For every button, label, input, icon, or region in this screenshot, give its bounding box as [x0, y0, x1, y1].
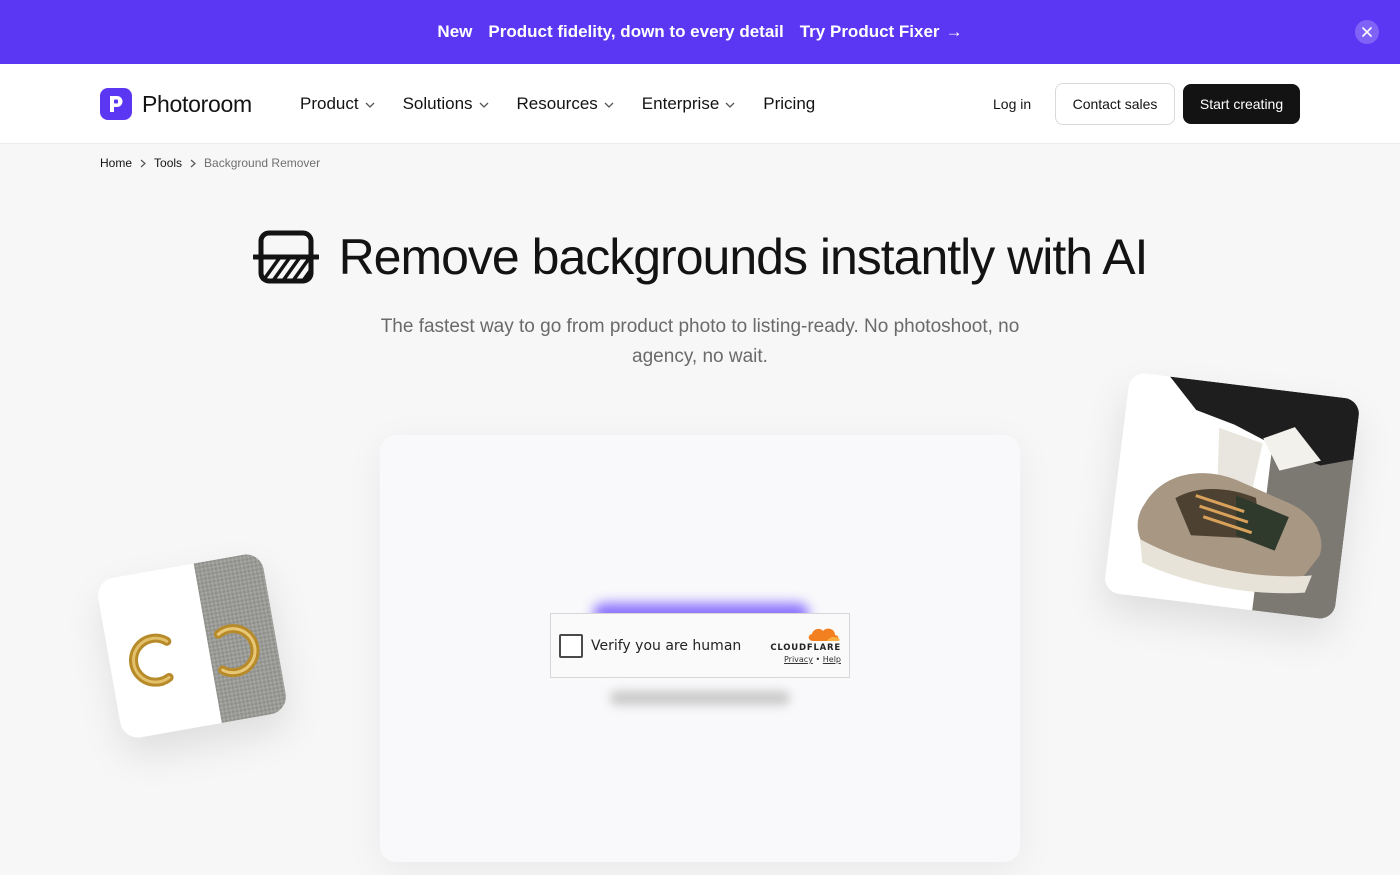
breadcrumb-tools[interactable]: Tools	[154, 156, 182, 170]
login-link[interactable]: Log in	[993, 96, 1031, 112]
nav-label: Solutions	[402, 94, 473, 113]
hero-heading: Remove backgrounds instantly with AI	[0, 228, 1400, 286]
captcha-label: Verify you are human	[591, 637, 742, 654]
site-header: Photoroom Product Solutions Resources En…	[0, 64, 1400, 144]
sneaker-product-image	[1103, 371, 1361, 621]
captcha-links: Privacy • Help	[770, 655, 841, 664]
breadcrumb-current: Background Remover	[204, 156, 321, 170]
chevron-down-icon	[604, 102, 614, 108]
banner-message: Product fidelity, down to every detail	[488, 22, 784, 41]
cloudflare-brand: CLOUDFLARE Privacy • Help	[770, 626, 841, 664]
logo-text: Photoroom	[142, 90, 252, 117]
banner-cta-link[interactable]: Try Product Fixer →	[800, 22, 963, 42]
privacy-link[interactable]: Privacy	[784, 655, 813, 664]
help-link[interactable]: Help	[823, 655, 841, 664]
nav-label: Product	[300, 94, 359, 113]
captcha-checkbox[interactable]	[559, 633, 583, 658]
page-title: Remove backgrounds instantly with AI	[338, 229, 1149, 285]
upload-card[interactable]: Verify you are human CLOUDFLARE Privacy …	[380, 435, 1020, 862]
nav-label: Enterprise	[641, 94, 720, 113]
chevron-down-icon	[479, 102, 488, 108]
banner-close-button[interactable]	[1355, 20, 1379, 44]
photoroom-logo[interactable]: Photoroom	[100, 88, 252, 120]
chevron-right-icon	[140, 159, 146, 167]
breadcrumb: Home Tools Background Remover	[100, 156, 320, 170]
announcement-banner: New Product fidelity, down to every deta…	[0, 0, 1400, 64]
close-icon	[1362, 27, 1372, 37]
banner-cta-label: Try Product Fixer	[799, 22, 940, 41]
nav-pricing[interactable]: Pricing	[763, 92, 815, 116]
start-creating-button[interactable]: Start creating	[1183, 84, 1300, 124]
link-separator: •	[815, 655, 821, 664]
banner-badge: New	[437, 22, 473, 41]
nav-label: Pricing	[763, 94, 816, 113]
earrings-product-image	[95, 551, 289, 741]
hero-subtitle: The fastest way to go from product photo…	[380, 316, 1020, 367]
photoroom-logo-icon	[100, 88, 132, 120]
arrow-right-icon: →	[945, 22, 963, 41]
cloudflare-name: CLOUDFLARE	[770, 643, 841, 653]
chevron-down-icon	[365, 102, 375, 108]
main-nav: Product Solutions Resources Enterprise P…	[300, 92, 843, 116]
nav-product[interactable]: Product	[300, 92, 375, 116]
upload-hint-blurred	[610, 691, 790, 705]
nav-solutions[interactable]: Solutions	[403, 92, 489, 116]
chevron-down-icon	[725, 102, 735, 108]
nav-enterprise[interactable]: Enterprise	[642, 92, 735, 116]
cloudflare-cloud-icon	[808, 628, 840, 641]
nav-label: Resources	[516, 94, 598, 113]
nav-resources[interactable]: Resources	[517, 92, 614, 116]
chevron-right-icon	[190, 159, 196, 167]
captcha-widget: Verify you are human CLOUDFLARE Privacy …	[550, 613, 850, 678]
background-remover-icon	[252, 230, 319, 284]
contact-sales-button[interactable]: Contact sales	[1055, 83, 1175, 125]
breadcrumb-home[interactable]: Home	[100, 156, 132, 170]
